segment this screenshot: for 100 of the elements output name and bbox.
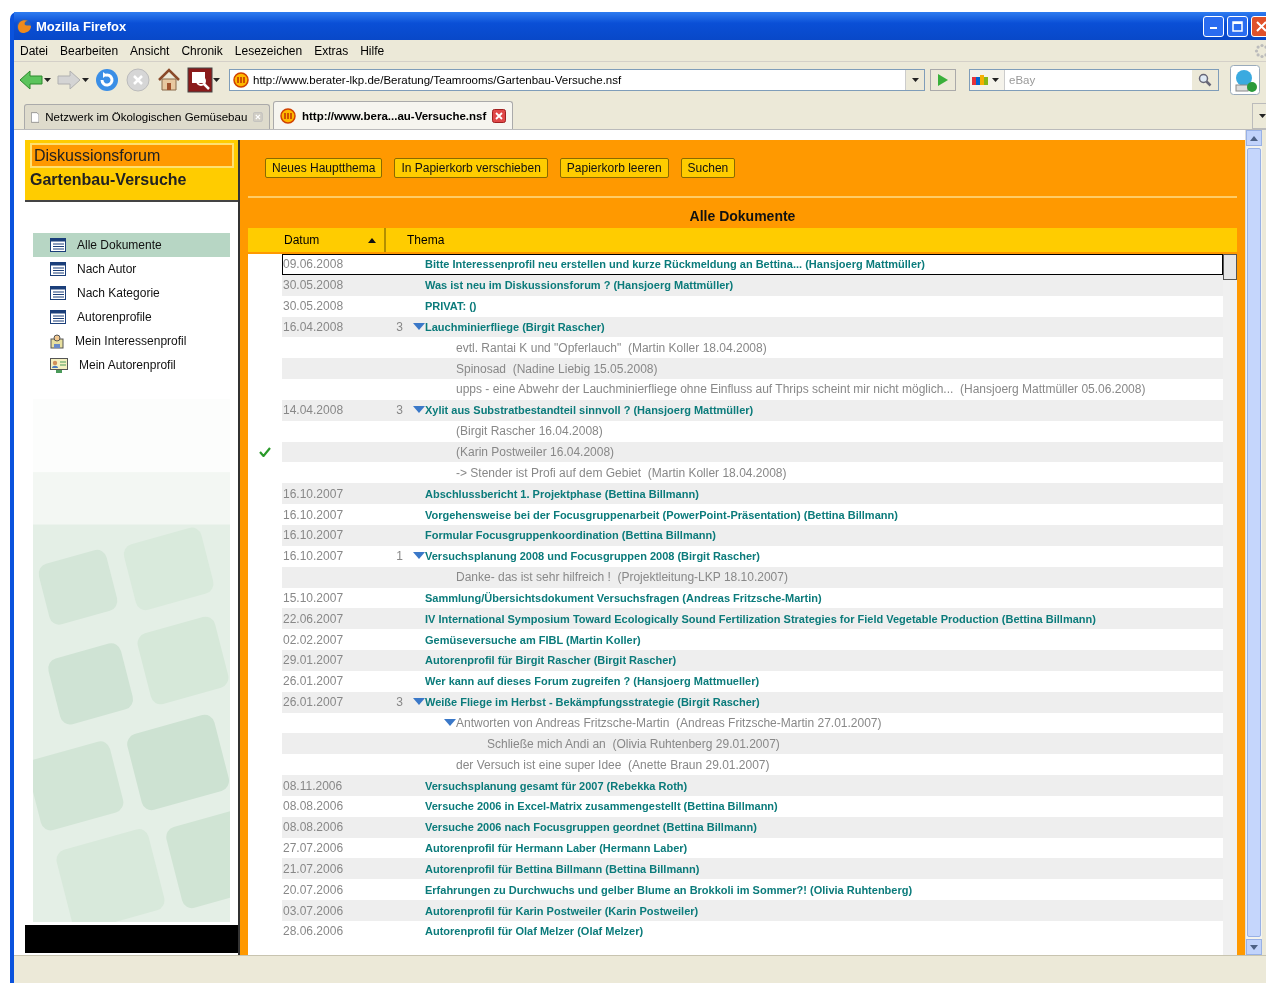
topic-link[interactable]: Autorenprofil für Olaf Melzer (Olaf Melzer) [425,925,644,938]
dropdown-caret-icon[interactable] [44,78,51,82]
maximize-icon[interactable] [1232,20,1243,32]
table-row[interactable]: 16.10.2007 Vorgehensweise bei der Focusgruppenarbeit (PowerPoint-Präsentation) (Bettina Billmann) [282,504,1223,525]
column-heading[interactable]: Thema [386,233,445,247]
address-field[interactable]: http://www.berater-lkp.de/Beratung/Teamrooms/Gartenbau-Versuche.nsf [229,69,925,91]
table-row[interactable]: 21.07.2006 Autorenprofil für Bettina Billmann (Bettina Billmann) [282,858,1223,880]
sidebar-item[interactable]: Autorenprofile [33,305,230,329]
table-row[interactable]: upps - eine Abwehr der Lauchminierfliege ohne Einfluss auf Thrips scheint mir nicht möglich... (Hansjoerg Mattmüller 05.06.2008) [282,379,1223,400]
table-row[interactable]: Schließe mich Andi an (Olivia Ruhtenberg 29.01.2007) [282,733,1223,755]
search-input[interactable]: eBay [1005,73,1192,87]
tab-list-caret-icon[interactable] [1258,114,1266,118]
sidebar-item[interactable]: Nach Kategorie [33,281,230,305]
home-icon[interactable] [156,67,182,93]
topic-link[interactable]: Xylit aus Substratbestandteil sinnvoll ? (Hansjoerg Mattmüller) [425,404,754,417]
search-button[interactable] [1192,70,1218,90]
table-row[interactable]: evtl. Rantai K und "Opferlauch" (Martin Koller 18.04.2008) [282,337,1223,359]
table-row[interactable]: 16.10.2007 Abschlussbericht 1. Projektphase (Bettina Billmann) [282,483,1223,505]
table-row[interactable]: 08.08.2006 Versuche 2006 in Excel-Matrix zusammengestellt (Bettina Billmann) [282,795,1223,817]
topic-link[interactable]: Gemüseversuche am FIBL (Martin Koller) [425,633,641,646]
reply-link[interactable]: -> Stender ist Profi auf dem Gebiet (Martin Koller 18.04.2008) [456,465,787,480]
reply-link[interactable]: Antworten von Andreas Fritzsche-Martin (Andreas Fritzsche-Martin 27.01.2007) [456,716,882,730]
image-icon[interactable] [187,67,213,93]
search-field[interactable]: eBay [969,69,1219,91]
tab-close-icon[interactable] [492,108,507,123]
table-row[interactable]: (Karin Postweiler 16.04.2008) [282,441,1223,463]
table-row[interactable]: -> Stender ist Profi auf dem Gebiet (Martin Koller 18.04.2008) [282,462,1223,484]
topic-link[interactable]: Lauchminierfliege (Birgit Rascher) [425,320,605,333]
reply-link[interactable]: der Versuch ist eine super Idee (Anette Braun 29.01.2007) [456,757,770,772]
browser-tab[interactable]: Netzwerk im Ökologischen Gemüsebau [24,104,270,129]
table-row[interactable]: 20.07.2006 Erfahrungen zu Durchwuchs und gelber Blume an Brokkoli im Sommer?! (Olivia Ruhtenberg) [282,879,1223,901]
table-row[interactable]: 09.06.2008 Bitte Interessenprofil neu erstellen und kurze Rückmeldung an Bettina... (Hansjoerg Mattmüller) [282,254,1223,275]
search-engine-selector[interactable] [970,70,1005,90]
color-blocks-icon[interactable] [972,74,990,86]
sidebar-item[interactable]: Mein Interessenprofil [33,329,230,353]
topic-link[interactable]: Autorenprofil für Birgit Rascher (Birgit Rascher) [425,654,677,667]
topic-link[interactable]: Formular Focusgruppenkoordination (Bettina Billmann) [425,529,716,542]
table-row[interactable]: 29.01.2007 Autorenprofil für Birgit Rascher (Birgit Rascher) [282,650,1223,671]
column-heading[interactable]: Datum [248,228,386,252]
close-button[interactable] [1251,15,1266,37]
topic-link[interactable]: Autorenprofil für Bettina Billmann (Bettina Billmann) [425,862,700,875]
reply-link[interactable]: (Birgit Rascher 16.04.2008) [456,424,603,439]
table-row[interactable]: Spinosad (Nadine Liebig 15.05.2008) [282,358,1223,380]
menu-item[interactable]: Datei [14,43,54,58]
topic-link[interactable]: Abschlussbericht 1. Projektphase (Bettina Billmann) [425,487,699,500]
expand-triangle-icon[interactable] [413,406,425,415]
expand-triangle-icon[interactable] [413,698,425,707]
table-row[interactable]: Danke- das ist sehr hilfreich ! (Projektleitung-LKP 18.10.2007) [282,566,1223,588]
sidebar-item[interactable]: Nach Autor [33,257,230,281]
action-button[interactable]: Neues Hauptthema [265,158,383,178]
table-row[interactable]: 30.05.2008 PRIVAT: () [282,295,1223,317]
table-row[interactable]: Antworten von Andreas Fritzsche-Martin (Andreas Fritzsche-Martin 27.01.2007) [282,712,1223,734]
minimize-button[interactable] [1203,15,1224,37]
topic-link[interactable]: Erfahrungen zu Durchwuchs und gelber Blume an Brokkoli im Sommer?! (Olivia Ruhtenberg) [425,883,913,896]
table-row[interactable]: 02.02.2007 Gemüseversuche am FIBL (Martin Koller) [282,629,1223,651]
menu-item[interactable]: Hilfe [354,43,391,58]
up-arrow-icon[interactable] [1250,135,1258,141]
engine-caret-icon[interactable] [992,78,999,82]
expand-triangle-icon[interactable] [413,552,425,561]
down-arrow-icon[interactable] [1250,944,1258,950]
topic-link[interactable]: Versuchsplanung gesamt für 2007 (Rebekka Roth) [425,779,688,792]
expand-triangle-icon[interactable] [444,719,456,727]
action-button[interactable]: Papierkorb leeren [559,158,669,178]
reply-link[interactable]: Danke- das ist sehr hilfreich ! (Projektleitung-LKP 18.10.2007) [456,570,788,585]
action-button[interactable]: Suchen [680,158,736,178]
table-row[interactable]: 16.04.2008 3 Lauchminierfliege (Birgit Rascher) [282,316,1223,338]
table-row[interactable]: 28.06.2006 Autorenprofil für Olaf Melzer (Olaf Melzer) [282,921,1223,942]
menu-item[interactable]: Bearbeiten [54,43,125,58]
reply-link[interactable]: (Karin Postweiler 16.04.2008) [456,445,615,459]
close-icon[interactable] [1256,20,1266,32]
reply-link[interactable]: upps - eine Abwehr der Lauchminierfliege ohne Einfluss auf Thrips scheint mir nicht möglich... (Hansjoerg Mattmüller 05.06.2008) [456,382,1146,397]
sort-icon[interactable] [368,237,376,243]
topic-link[interactable]: Weiße Fliege im Herbst - Bekämpfungsstrategie (Birgit Rascher) [425,696,760,709]
table-row[interactable]: 14.04.2008 3 Xylit aus Substratbestandteil sinnvoll ? (Hansjoerg Mattmüller) [282,399,1223,421]
topic-link[interactable]: Wer kann auf dieses Forum zugreifen ? (Hansjoerg Mattmueller) [425,675,760,688]
table-row[interactable]: 16.10.2007 Formular Focusgruppenkoordination (Bettina Billmann) [282,524,1223,546]
table-row[interactable]: 03.07.2006 Autorenprofil für Karin Postweiler (Karin Postweiler) [282,900,1223,921]
menu-item[interactable]: Extras [308,43,355,58]
page-scrollbar[interactable] [1245,130,1262,955]
history-caret-icon[interactable] [911,78,919,82]
scrollbar[interactable] [1223,254,1237,955]
menu-item[interactable]: Lesezeichen [228,43,309,58]
topic-link[interactable]: Versuche 2006 in Excel-Matrix zusammengestellt (Bettina Billmann) [425,800,778,813]
sidebar-item[interactable]: Mein Autorenprofil [33,353,230,377]
topic-link[interactable]: IV International Symposium Toward Ecologically Sound Fertilization Strategies for Field Vegetable Production (Bettina Billmann) [425,612,1096,625]
table-row[interactable]: 15.10.2007 Sammlung/Übersichtsdokument Versuchsfragen (Andreas Fritzsche-Martin) [282,587,1223,609]
expand-triangle-icon[interactable] [413,322,425,331]
table-row[interactable]: 22.06.2007 IV International Symposium Toward Ecologically Sound Fertilization Strategies for Field Vegetable Production (Bettina Billmann) [282,608,1223,630]
table-row[interactable]: 30.05.2008 Was ist neu im Diskussionsforum ? (Hansjoerg Mattmüller) [282,274,1223,296]
browser-tab[interactable]: http://www.bera...au-Versuche.nsf [273,101,514,129]
table-row[interactable]: 08.11.2006 Versuchsplanung gesamt für 2007 (Rebekka Roth) [282,775,1223,796]
table-row[interactable]: 08.08.2006 Versuche 2006 nach Focusgruppen geordnet (Bettina Billmann) [282,816,1223,838]
table-row[interactable]: (Birgit Rascher 16.04.2008) [282,420,1223,442]
table-row[interactable]: der Versuch ist eine super Idee (Anette Braun 29.01.2007) [282,754,1223,776]
topic-link[interactable]: Versuchsplanung 2008 und Focusgruppen 2008 (Birgit Rascher) [425,550,760,563]
topic-link[interactable]: Vorgehensweise bei der Focusgruppenarbeit (PowerPoint-Präsentation) (Bettina Billmann) [425,508,898,521]
reload-icon[interactable] [94,67,120,93]
table-row[interactable]: 26.01.2007 Wer kann auf dieses Forum zugreifen ? (Hansjoerg Mattmueller) [282,670,1223,692]
action-button[interactable]: In Papierkorb verschieben [394,158,548,178]
table-row[interactable]: 27.07.2006 Autorenprofil für Hermann Laber (Hermann Laber) [282,837,1223,859]
